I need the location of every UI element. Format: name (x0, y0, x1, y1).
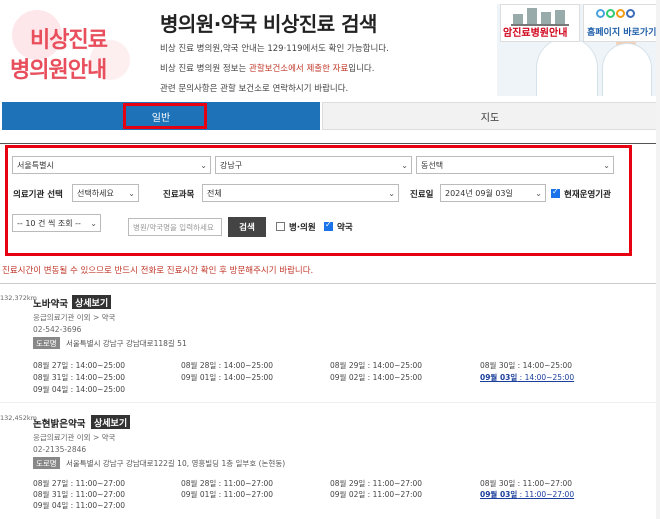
chevron-down-icon: ⌄ (128, 189, 135, 198)
hours-entry: 08월 30일 : 11:00~27:00 (480, 479, 573, 488)
road-address-badge: 도로명 (33, 337, 60, 349)
hours-entry: 08월 29일 : 14:00~25:00 (330, 361, 423, 370)
doctor-illustration (603, 44, 651, 96)
department-label: 진료과목 (163, 190, 195, 200)
cancer-hospital-button[interactable]: 암진료병원안내 (500, 4, 580, 42)
hours-entry: 09월 04일 : 14:00~25:00 (33, 385, 126, 394)
divider (0, 143, 660, 144)
phone-number: 02-2135-2846 (33, 445, 87, 454)
homepage-logo-icon (596, 9, 636, 21)
address-text: 서울특별시 강남구 강남대로118길 51 (66, 339, 187, 348)
chevron-down-icon: ⌄ (90, 219, 97, 228)
hours-entry-today: 09월 03일 : 14:00~25:00 (480, 373, 575, 382)
scrollbar[interactable] (656, 0, 660, 519)
address-text: 서울특별시 강남구 강남대로122길 10, 영흥빌딩 1층 일부호 (논현동) (66, 459, 286, 468)
info-line-3: 관련 문의사항은 관할 보건소로 연락하시기 바랍니다. (160, 84, 349, 94)
clinic-checkbox[interactable] (276, 222, 285, 231)
page-title: 병의원·약국 비상진료 검색 (160, 12, 377, 36)
page-header: 비상진료 병의원안내 병의원·약국 비상진료 검색 비상 진료 병의원,약국 안… (0, 0, 660, 100)
chevron-down-icon: ⌄ (535, 189, 542, 198)
hours-entry: 08월 30일 : 14:00~25:00 (480, 361, 573, 370)
district-select[interactable]: 강남구 ⌄ (215, 156, 412, 174)
detail-button[interactable]: 상세보기 (91, 415, 131, 429)
tab-general[interactable]: 일반 (2, 102, 320, 130)
notice-text: 진료시간이 변동될 수 있으므로 반드시 전화로 진료시간 확인 후 방문해주시… (2, 266, 314, 276)
hours-entry-today: 09월 03일 : 11:00~27:00 (480, 490, 575, 499)
distance-text: 132,452km (0, 414, 37, 422)
info-line-2: 비상 진료 병의원 정보는 관할보건소에서 제출한 자료입니다. (160, 64, 375, 74)
hours-entry: 08월 31일 : 11:00~27:00 (33, 490, 126, 499)
chevron-down-icon: ⌄ (388, 189, 395, 198)
homepage-label: 홈페이지 바로가기 (587, 28, 657, 38)
care-date-picker[interactable]: 2024년 09월 03일 ⌄ (440, 184, 546, 202)
hours-entry: 08월 28일 : 14:00~25:00 (181, 361, 274, 370)
hours-entry: 09월 01일 : 14:00~25:00 (181, 373, 274, 382)
institution-type: 응급의료기관 이외 > 약국 (33, 313, 116, 322)
institution-select[interactable]: 선택하세요 ⌄ (72, 184, 139, 202)
open-now-label: 현재운영기관 (564, 190, 611, 200)
institution-label: 의료기관 선택 (13, 190, 63, 200)
dong-select[interactable]: 동선택 ⌄ (416, 156, 614, 174)
divider (0, 402, 660, 403)
pharmacy-label: 약국 (337, 223, 353, 233)
hours-entry: 08월 27일 : 11:00~27:00 (33, 479, 126, 488)
cancer-hospital-label: 암진료병원안내 (503, 28, 568, 39)
tab-general-label: 일반 (151, 112, 171, 124)
phone-number: 02-542-3696 (33, 325, 82, 334)
hours-entry: 08월 27일 : 14:00~25:00 (33, 361, 126, 370)
open-now-checkbox[interactable] (551, 187, 560, 198)
hours-entry: 08월 28일 : 11:00~27:00 (181, 479, 274, 488)
page-size-select[interactable]: -- 10 건 씩 조회 -- ⌄ (12, 214, 101, 232)
hours-entry: 09월 02일 : 11:00~27:00 (330, 490, 423, 499)
logo-line1: 비상진료 (30, 28, 108, 53)
care-date-label: 진료일 (410, 190, 434, 200)
hours-entry: 09월 02일 : 14:00~25:00 (330, 373, 423, 382)
highlight-text: 관할보건소에서 제출한 자료 (249, 64, 349, 74)
department-select[interactable]: 전체 ⌄ (202, 184, 399, 202)
tab-map-label: 지도 (480, 112, 500, 124)
chevron-down-icon: ⌄ (401, 161, 408, 170)
hours-entry: 09월 04일 : 11:00~27:00 (33, 501, 126, 510)
clinic-label: 병·의원 (289, 223, 316, 233)
pharmacy-checkbox[interactable] (324, 220, 333, 231)
homepage-button[interactable]: 홈페이지 바로가기 (583, 4, 657, 42)
road-address-badge: 도로명 (33, 457, 60, 469)
hours-entry: 08월 31일 : 14:00~25:00 (33, 373, 126, 382)
chevron-down-icon: ⌄ (603, 161, 610, 170)
chevron-down-icon: ⌄ (200, 161, 207, 170)
pharmacy-name[interactable]: 논현밝은약국 (33, 416, 85, 430)
info-line-1: 비상 진료 병의원,약국 안내는 129·119에서도 확인 가능합니다. (160, 44, 389, 54)
logo-line2: 병의원안내 (10, 58, 107, 83)
distance-text: 132,372km (0, 294, 37, 302)
city-select[interactable]: 서울특별시 ⌄ (12, 156, 211, 174)
search-button[interactable]: 검색 (228, 217, 266, 237)
doctor-illustration (537, 38, 597, 96)
emergency-care-logo: 비상진료 병의원안내 (0, 0, 145, 98)
divider (0, 283, 660, 284)
institution-type: 응급의료기관 이외 > 약국 (33, 433, 116, 442)
name-search-input[interactable]: 병원/약국명을 입력하세요 (128, 218, 222, 236)
hours-entry: 08월 29일 : 11:00~27:00 (330, 479, 423, 488)
pharmacy-name[interactable]: 노바약국 (33, 296, 68, 310)
tab-map[interactable]: 지도 (322, 102, 658, 130)
detail-button[interactable]: 상세보기 (72, 295, 112, 309)
hours-entry: 09월 01일 : 11:00~27:00 (181, 490, 274, 499)
